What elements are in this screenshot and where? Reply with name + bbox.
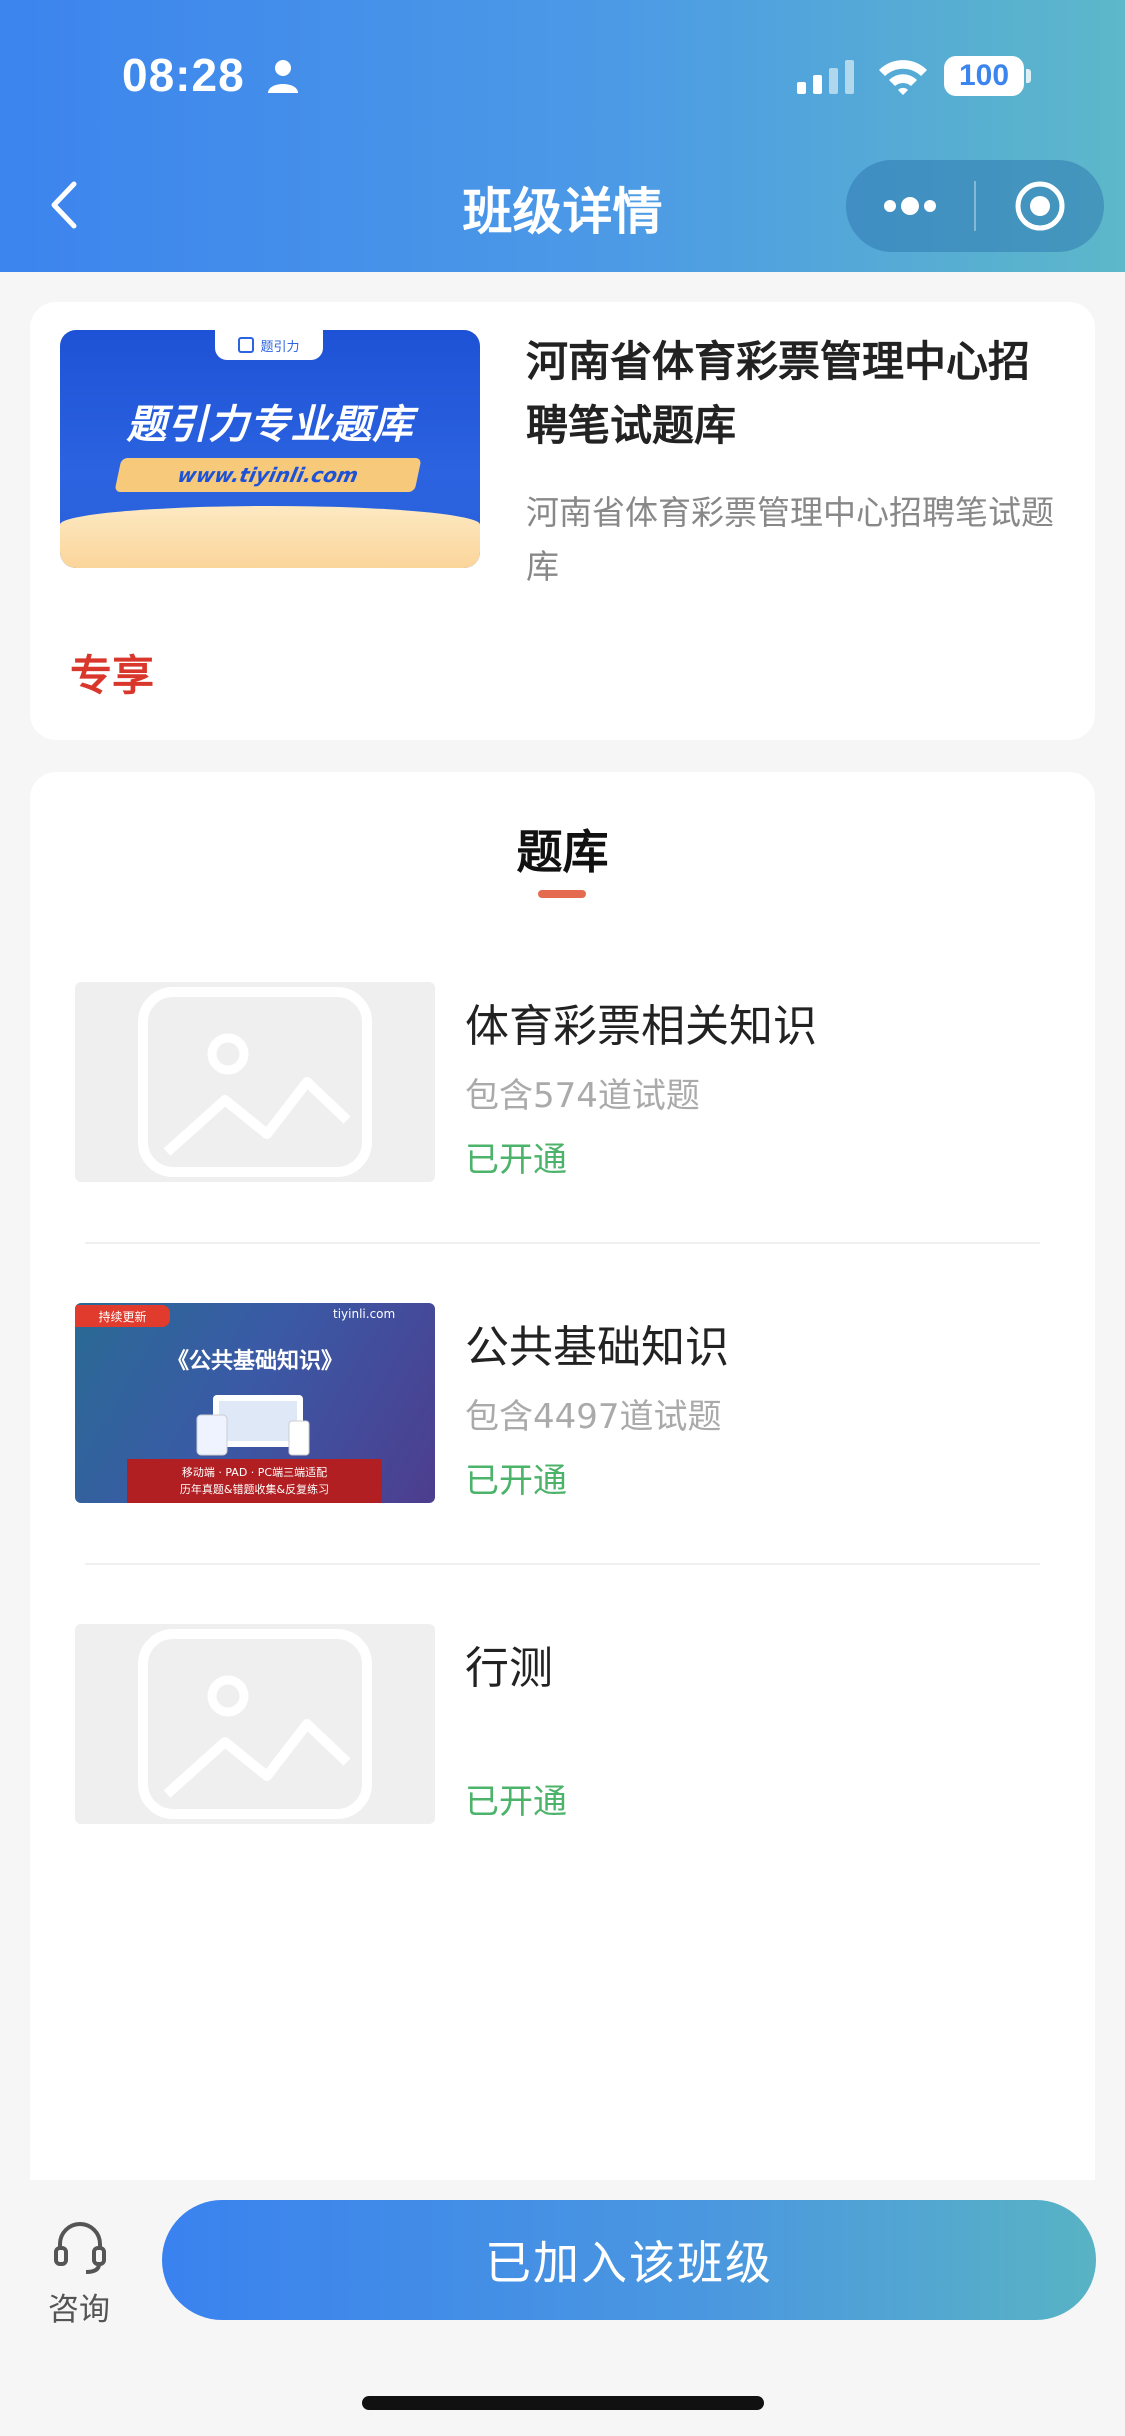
section-title-underline — [538, 890, 586, 898]
course-card: 题引力 题引力专业题库 www.tiyinli.com 题引力 版权所有 河南省… — [30, 302, 1095, 740]
item-divider — [85, 1242, 1040, 1244]
placeholder-image-icon — [75, 1624, 435, 1824]
brand-logo-icon — [238, 337, 255, 353]
headset-icon — [54, 2222, 106, 2274]
course-cover-image: 题引力 题引力专业题库 www.tiyinli.com 题引力 版权所有 — [60, 330, 480, 568]
bank-item-sports-lottery[interactable]: 体育彩票相关知识 包含574道试题 已开通 — [75, 982, 1050, 1182]
home-indicator — [362, 2396, 764, 2410]
cover-title: 题引力专业题库 — [126, 402, 414, 448]
thumb-banner-line1: 移动端 · PAD · PC端三端适配 — [181, 1466, 328, 1479]
header: 08:28 100 班级详情 — [0, 0, 1125, 272]
course-title: 河南省体育彩票管理中心招聘笔试题库 — [526, 337, 1031, 450]
more-button[interactable] — [846, 160, 974, 252]
item-question-count: 包含4497道试题 — [465, 1397, 722, 1437]
cover-brand-tab: 题引力 — [215, 330, 323, 360]
item-status: 已开通 — [465, 1140, 567, 1180]
cover-tab-label: 题引力 — [260, 339, 300, 355]
bank-item-xingce[interactable]: 行测 已开通 — [75, 1624, 1050, 1824]
signal-icon — [797, 60, 854, 94]
section-title: 题库 — [516, 825, 609, 879]
target-icon — [1015, 181, 1065, 231]
battery-nub — [1026, 69, 1031, 83]
placeholder-image-icon — [75, 982, 435, 1182]
thumb-banner: 移动端 · PAD · PC端三端适配 历年真题&错题收集&反复练习 — [127, 1459, 382, 1503]
consult-label: 咨询 — [48, 2292, 110, 2328]
wifi-icon — [879, 60, 927, 95]
item-name: 公共基础知识 — [465, 1322, 729, 1373]
status-time: 08:28 — [122, 49, 245, 101]
update-badge: 持续更新 — [75, 1305, 170, 1327]
close-miniprogram-button[interactable] — [976, 160, 1104, 252]
item-status: 已开通 — [465, 1461, 567, 1501]
item-name: 行测 — [465, 1643, 553, 1694]
thumb-logo: tiyinli.com — [333, 1307, 396, 1321]
public-knowledge-cover-image: 持续更新 tiyinli.com 《公共基础知识》 移动端 · PAD · PC… — [75, 1303, 435, 1503]
devices-icon — [196, 1395, 310, 1456]
cover-url: www.tiyinli.com — [114, 458, 422, 492]
item-divider — [85, 1563, 1040, 1565]
more-dots-icon — [884, 197, 936, 215]
battery-indicator: 100 — [944, 56, 1024, 96]
item-status: 已开通 — [465, 1782, 567, 1822]
thumb-banner-line2: 历年真题&错题收集&反复练习 — [179, 1483, 330, 1496]
exclusive-badge: 专享 — [70, 651, 155, 700]
thumb-title: 《公共基础知识》 — [166, 1349, 343, 1374]
joined-class-button[interactable]: 已加入该班级 — [162, 2200, 1096, 2320]
item-name: 体育彩票相关知识 — [465, 1001, 817, 1052]
question-bank-section: 题库 体育彩票相关知识 包含574道试题 已开通 持续更新 tiyinli.co… — [30, 772, 1095, 2192]
course-description: 河南省体育彩票管理中心招聘笔试题库 — [526, 493, 1054, 586]
bank-item-public-knowledge[interactable]: 持续更新 tiyinli.com 《公共基础知识》 移动端 · PAD · PC… — [75, 1303, 1050, 1503]
item-question-count: 包含574道试题 — [465, 1076, 700, 1116]
miniprogram-capsule — [846, 160, 1104, 252]
person-icon — [268, 60, 298, 93]
cover-decoration — [60, 506, 480, 568]
